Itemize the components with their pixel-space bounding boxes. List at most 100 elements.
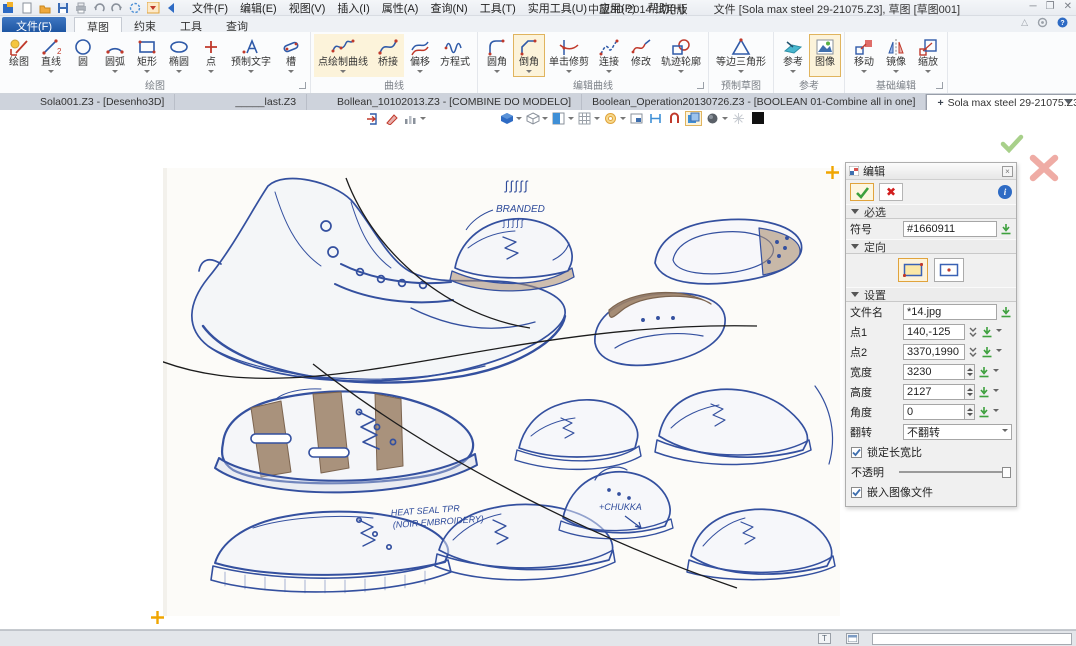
cancel-x-overlay[interactable] [1028,154,1060,182]
orient-center-button[interactable] [934,258,964,282]
pick-entity-icon[interactable] [1000,306,1012,318]
panel-ok-button[interactable] [850,183,874,201]
snap-icon[interactable] [667,112,682,125]
confirm-check-overlay[interactable] [1000,134,1024,154]
angle-input[interactable]: 0 [903,404,965,420]
doc-tab[interactable]: Boolean_Operation20130726.Z3 - [BOOLEAN … [582,94,926,110]
width-input[interactable]: 3230 [903,364,965,380]
mirror-button[interactable]: 镜像 [880,34,912,77]
flip-select[interactable]: 不翻转 [903,424,1012,440]
spinner-control[interactable] [965,384,975,400]
chevron-down-icon[interactable] [516,117,522,123]
orient-corners-button[interactable] [898,258,928,282]
open-file-icon[interactable] [39,2,51,14]
one-click-trim-button[interactable]: 单击修剪 [545,34,593,77]
symbol-input[interactable]: #1660911 [903,221,997,237]
chevron-down-icon[interactable] [420,117,426,123]
doc-tab[interactable]: _____last.Z3 [175,94,307,110]
chevron-down-icon[interactable] [996,349,1002,355]
undo-icon[interactable] [93,2,105,14]
menu-tools[interactable]: 工具(T) [474,0,522,16]
chevron-down-icon[interactable] [542,117,548,123]
doc-tab[interactable]: Sola001.Z3 - [Desenho3D] [0,94,175,110]
ribbon-collapse-icon[interactable]: △ [1021,17,1028,28]
chevron-down-icon[interactable] [594,117,600,123]
chevron-down-icon[interactable] [996,329,1002,335]
spinner-control[interactable] [965,364,975,380]
section-orientation[interactable]: 定向 [846,239,1016,254]
wireframe-display-icon[interactable] [525,112,540,125]
status-input[interactable] [872,633,1072,645]
chamfer-button[interactable]: 倒角 [513,34,545,77]
text-tool-icon[interactable]: T [818,633,831,644]
pick-entity-icon[interactable] [978,386,990,398]
ready-text-button[interactable]: 预制文字 [227,34,275,77]
chevron-down-icon[interactable] [993,409,999,415]
image-corner-marker[interactable] [825,165,840,180]
offset-button[interactable]: 偏移 [404,34,436,77]
dialog-launcher-icon[interactable] [697,82,704,89]
point1-input[interactable]: 140,-125 [903,324,965,340]
chevron-down-icon[interactable] [993,369,999,375]
embed-image-checkbox[interactable] [851,487,862,498]
close-button[interactable]: ✕ [1064,1,1072,12]
sketch-draw-button[interactable]: 绘图 [3,34,35,77]
grid-icon[interactable] [577,112,592,125]
point-curve-button[interactable]: 点绘制曲线 [314,34,372,77]
pick-entity-icon[interactable] [981,326,993,338]
reference-button[interactable]: 参考 [777,34,809,77]
layer-display-icon[interactable] [686,112,701,125]
move-button[interactable]: 移动 [848,34,880,77]
section-required[interactable]: 必选 [846,204,1016,219]
fillet-button[interactable]: 圆角 [481,34,513,77]
pick-entity-icon[interactable] [978,366,990,378]
panel-close-icon[interactable]: × [1002,166,1013,177]
circle-grid-icon[interactable] [603,112,618,125]
preview-image-icon[interactable] [629,112,644,125]
collapse-toolbar-icon[interactable] [166,2,178,14]
slider-handle[interactable] [1002,467,1011,478]
sketch-canvas[interactable]: ʃʃʃʃʃ BRANDED ʃ ʃ ʃ ʃ ʃ HEAT SEAL TPR (N… [0,126,1076,630]
doc-tab-active[interactable]: + Sola max steel 29-21075.Z3 - [草图001] ✕ [926,94,1076,110]
panel-info-button[interactable]: i [998,185,1012,199]
pick-entity-icon[interactable] [978,406,990,418]
doc-tab[interactable]: Bollean_10102013.Z3 - [COMBINE DO MODELO… [307,94,582,110]
chevron-down-icon[interactable] [620,117,626,123]
menu-file[interactable]: 文件(F) [186,0,234,16]
menu-inquire[interactable]: 查询(N) [424,0,473,16]
filename-input[interactable]: *14.jpg [903,304,997,320]
qat-dropdown-icon[interactable] [147,2,160,14]
equilateral-triangle-button[interactable]: 等边三角形 [712,34,770,77]
dialog-launcher-icon[interactable] [936,82,943,89]
tab-constraint[interactable]: 约束 [122,17,168,32]
menu-insert[interactable]: 插入(I) [331,0,375,16]
expand-chevrons-icon[interactable] [968,326,978,338]
ellipse-button[interactable]: 椭圆 [163,34,195,77]
tab-inquire[interactable]: 查询 [214,17,260,32]
minimize-button[interactable]: ─ [1030,1,1037,12]
help-icon[interactable]: ? [1057,17,1068,28]
print-icon[interactable] [75,2,87,14]
tab-list-dropdown-icon[interactable] [1064,99,1072,108]
chevron-down-icon[interactable] [568,117,574,123]
shading-quality-icon[interactable] [705,112,720,125]
stats-icon[interactable] [403,112,418,125]
effects-icon[interactable] [731,112,746,125]
arc-button[interactable]: 圆弧 [99,34,131,77]
tab-sketch[interactable]: 草图 [74,17,122,32]
slot-button[interactable]: 槽 [275,34,307,77]
pick-entity-icon[interactable] [1000,223,1012,235]
scale-button[interactable]: 缩放 [912,34,944,77]
dialog-launcher-icon[interactable] [299,82,306,89]
menu-edit[interactable]: 编辑(E) [234,0,283,16]
erase-icon[interactable] [384,112,399,125]
modify-button[interactable]: 修改 [625,34,657,77]
redo-icon[interactable] [111,2,123,14]
spinner-control[interactable] [965,404,975,420]
restore-button[interactable]: ❐ [1046,1,1055,12]
point-button[interactable]: 点 [195,34,227,77]
section-settings[interactable]: 设置 [846,287,1016,302]
image-button[interactable]: 图像 [809,34,841,77]
menu-utilities[interactable]: 实用工具(U) [522,0,593,16]
pick-entity-icon[interactable] [981,346,993,358]
